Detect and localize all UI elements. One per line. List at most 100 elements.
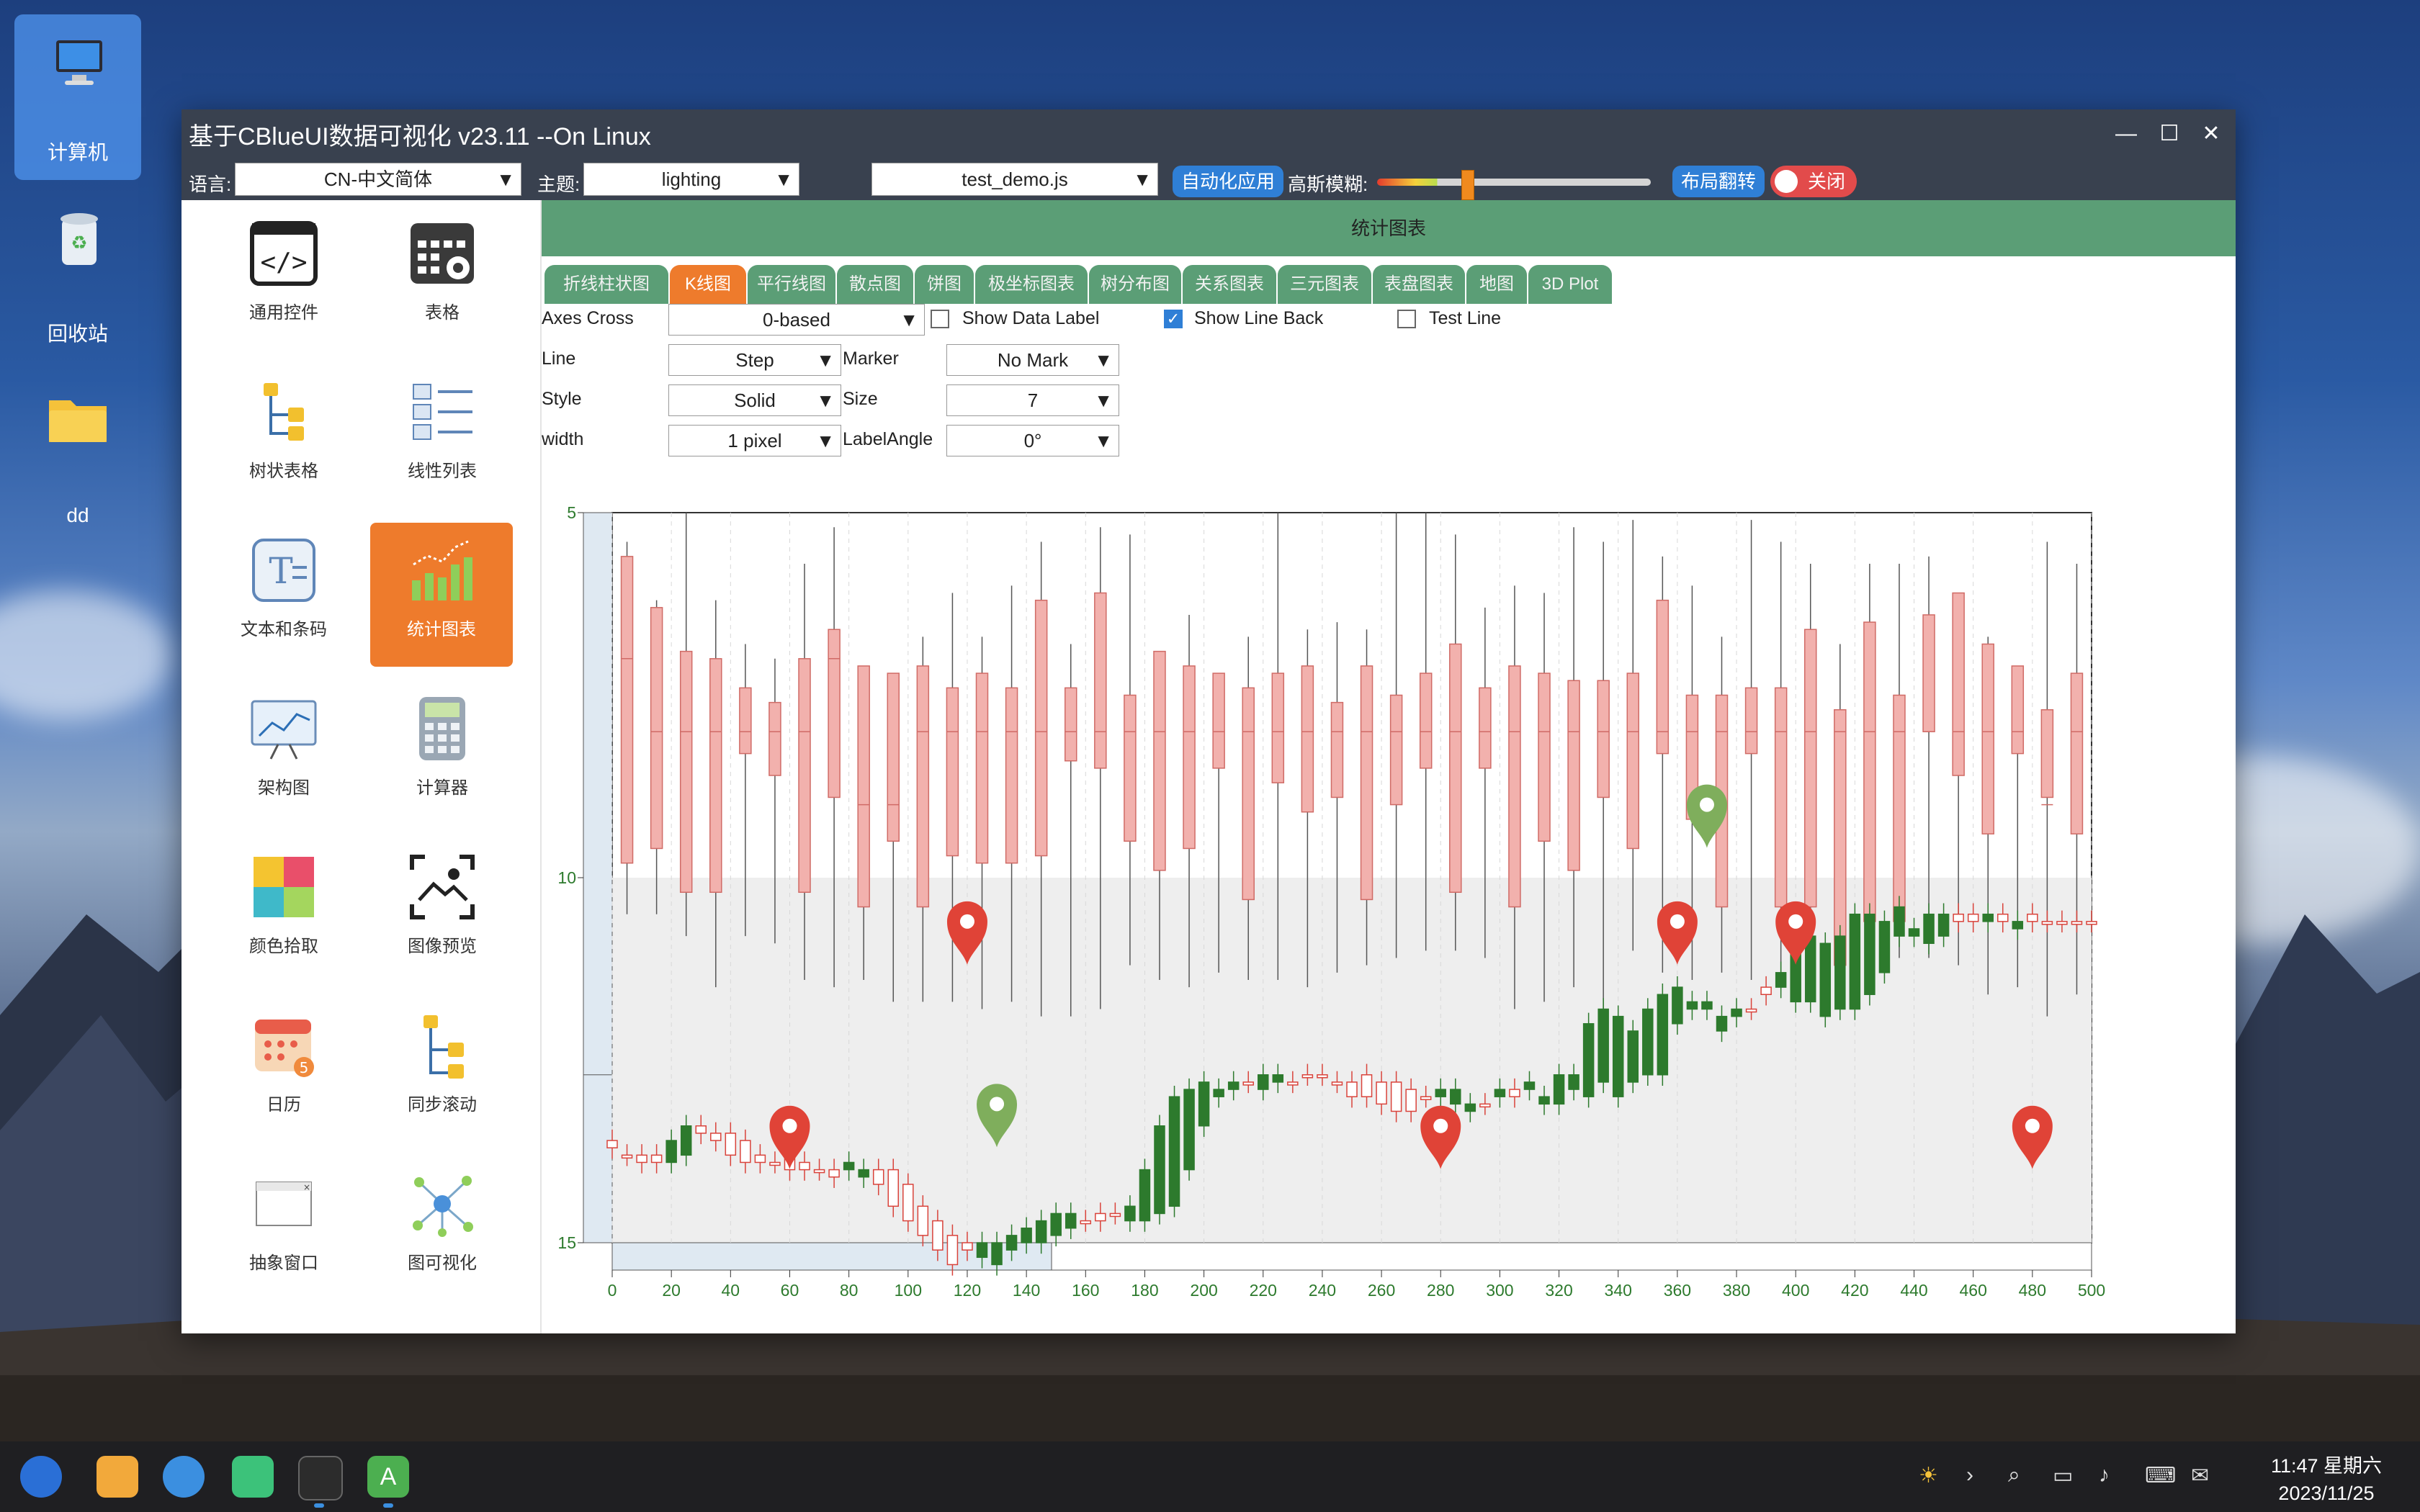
line-select[interactable]: Step ▼: [668, 344, 841, 376]
box: [1064, 687, 1077, 762]
sidebar-item-image-preview[interactable]: 图像预览: [372, 844, 513, 986]
a-app-icon[interactable]: A: [367, 1456, 409, 1498]
x-tick-label: 440: [1900, 1281, 1927, 1300]
running-indicator: [383, 1503, 393, 1508]
app-store-icon[interactable]: [97, 1456, 138, 1498]
clock[interactable]: 11:47 星期六 2023/11/25: [2247, 1450, 2406, 1505]
candle: [680, 1125, 692, 1156]
sidebar-item-abstract-window[interactable]: × 抽象窗口: [213, 1161, 354, 1303]
candle: [799, 1161, 810, 1171]
candle: [2056, 921, 2068, 925]
desktop-icon-trash[interactable]: ♻ 回收站: [14, 196, 141, 361]
marker-select[interactable]: No Mark ▼: [946, 344, 1119, 376]
candle: [1612, 1015, 1624, 1097]
clock-date: 2023/11/25: [2278, 1482, 2375, 1504]
tab-polar[interactable]: 极坐标图表: [975, 265, 1088, 304]
sidebar-item-color-picker[interactable]: 颜色拾取: [213, 844, 354, 986]
show-line-back-checkbox[interactable]: ✓: [1164, 310, 1183, 328]
script-select[interactable]: test_demo.js ▼: [871, 163, 1158, 196]
show-data-label-checkbox[interactable]: [931, 310, 949, 328]
minimize-icon[interactable]: —: [2112, 120, 2141, 148]
trash-icon: ♻: [60, 213, 98, 265]
tab-tree-distribution[interactable]: 树分布图: [1089, 265, 1181, 304]
box: [1005, 687, 1018, 864]
tab-3d-plot[interactable]: 3D Plot: [1528, 265, 1612, 304]
box: [709, 658, 722, 894]
candle: [902, 1184, 914, 1222]
candle: [1435, 1089, 1446, 1097]
tab-scatter[interactable]: 散点图: [837, 265, 913, 304]
tab-line-bar[interactable]: 折线柱状图: [544, 265, 668, 304]
candle: [1376, 1081, 1387, 1105]
tab-relation[interactable]: 关系图表: [1183, 265, 1276, 304]
box: [1538, 672, 1551, 842]
map-marker-dot: [959, 914, 974, 929]
candle: [1464, 1103, 1476, 1112]
box: [1271, 672, 1285, 783]
test-line-checkbox[interactable]: [1397, 310, 1416, 328]
line-value: Step: [735, 349, 774, 371]
x-tick-label: 160: [1072, 1281, 1099, 1300]
volume-icon[interactable]: ♪: [2099, 1463, 2110, 1488]
terminal-icon[interactable]: [298, 1456, 343, 1500]
sidebar-item-architecture[interactable]: 架构图: [213, 685, 354, 828]
width-value: 1 pixel: [727, 430, 782, 451]
candle: [2086, 921, 2097, 925]
tab-map[interactable]: 地图: [1466, 265, 1527, 304]
candle: [1627, 1030, 1639, 1083]
tab-pie[interactable]: 饼图: [915, 265, 974, 304]
language-select[interactable]: CN-中文简体 ▼: [235, 163, 521, 196]
style-select[interactable]: Solid ▼: [668, 384, 841, 416]
sidebar-item-graph-visualization[interactable]: 图可视化: [372, 1161, 513, 1303]
width-select[interactable]: 1 pixel ▼: [668, 425, 841, 456]
tab-parallel[interactable]: 平行线图: [748, 265, 835, 304]
theme-label: 主题:: [537, 174, 581, 195]
sidebar-item-tree-table[interactable]: 树状表格: [213, 369, 354, 511]
browser-icon[interactable]: [163, 1456, 205, 1498]
chat-icon[interactable]: [232, 1456, 274, 1498]
axes-cross-select[interactable]: 0-based ▼: [668, 304, 925, 336]
size-select[interactable]: 7 ▼: [946, 384, 1119, 416]
sidebar-item-text-barcode[interactable]: T 文本和条码: [213, 527, 354, 670]
blur-slider-thumb[interactable]: [1461, 170, 1475, 200]
sidebar-item-calculator[interactable]: 计算器: [372, 685, 513, 828]
close-icon[interactable]: ✕: [2197, 120, 2226, 148]
search-icon[interactable]: ⌕: [2008, 1463, 2020, 1488]
kline-chart[interactable]: 0 20 40 60 80 100 120 140 160 180 200 220 240 260 280 3…: [542, 507, 2236, 1332]
theme-select[interactable]: lighting ▼: [583, 163, 799, 196]
auto-app-button[interactable]: 自动化应用: [1173, 166, 1284, 197]
desktop-icon-computer[interactable]: 计算机: [14, 14, 141, 180]
candle: [1642, 1008, 1654, 1076]
label-angle-select[interactable]: 0° ▼: [946, 425, 1119, 456]
brightness-icon[interactable]: ☀: [1919, 1463, 1938, 1488]
maximize-icon[interactable]: ☐: [2155, 120, 2184, 148]
layout-flip-button[interactable]: 布局翻转: [1672, 166, 1765, 197]
notification-icon[interactable]: ✉: [2191, 1463, 2209, 1488]
x-tick-label: 360: [1664, 1281, 1691, 1300]
main-panel: 统计图表 折线柱状图 K线图 平行线图 散点图 饼图 极坐标图表 树分布图 关系…: [542, 200, 2236, 1333]
sidebar-item-table[interactable]: 表格: [372, 210, 513, 353]
sidebar-item-statistics-chart[interactable]: 统计图表: [370, 523, 513, 667]
chevron-down-icon: ▼: [1094, 390, 1113, 411]
sidebar-item-calendar[interactable]: 5 日历: [213, 1002, 354, 1145]
candle: [1242, 1081, 1254, 1086]
tab-ternary[interactable]: 三元图表: [1278, 265, 1371, 304]
desktop-icon-label: dd: [66, 504, 89, 526]
tab-gauge[interactable]: 表盘图表: [1373, 265, 1465, 304]
candle: [754, 1154, 766, 1164]
sidebar-item-general-controls[interactable]: </> 通用控件: [213, 210, 354, 353]
keyboard-icon[interactable]: ⌨: [2145, 1463, 2176, 1488]
close-toggle[interactable]: 关闭: [1770, 166, 1857, 197]
sidebar-item-sync-scroll[interactable]: 同步滚动: [372, 1002, 513, 1145]
chevron-right-icon[interactable]: ›: [1966, 1463, 1973, 1488]
blur-slider[interactable]: [1377, 179, 1651, 186]
toggle-knob: [1775, 170, 1798, 193]
network-icon[interactable]: ▭: [2053, 1463, 2073, 1488]
tab-kline[interactable]: K线图: [670, 265, 746, 304]
launcher-icon[interactable]: [20, 1456, 62, 1498]
x-tick-label: 240: [1309, 1281, 1336, 1300]
title-bar[interactable]: 基于CBlueUI数据可视化 v23.11 --On Linux — ☐ ✕: [182, 109, 2236, 160]
sidebar-item-linear-list[interactable]: 线性列表: [372, 369, 513, 511]
candle: [2071, 921, 2083, 925]
desktop-icon-folder[interactable]: dd: [14, 376, 141, 541]
